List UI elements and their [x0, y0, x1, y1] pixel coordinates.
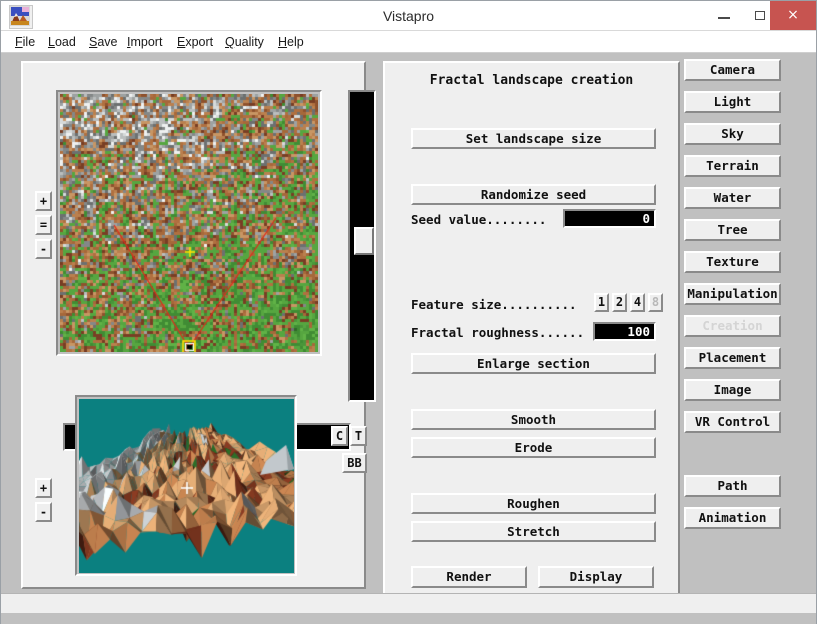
- nav-terrain-button[interactable]: Terrain: [684, 155, 781, 177]
- feature-size-1-button[interactable]: 1: [594, 293, 609, 312]
- terrain-map-frame: [56, 90, 322, 356]
- preview-zoom-in-button[interactable]: +: [35, 478, 52, 498]
- stretch-button[interactable]: Stretch: [411, 521, 656, 542]
- display-button[interactable]: Display: [538, 566, 654, 588]
- creation-panel: Fractal landscape creation Set landscape…: [383, 61, 680, 610]
- fractal-roughness-field[interactable]: 100: [593, 322, 656, 341]
- bb-mode-button[interactable]: BB: [342, 453, 367, 473]
- nav-path-button[interactable]: Path: [684, 475, 781, 497]
- smooth-button[interactable]: Smooth: [411, 409, 656, 430]
- nav-texture-button[interactable]: Texture: [684, 251, 781, 273]
- map-zoom-reset-button[interactable]: =: [35, 215, 52, 235]
- nav-light-button[interactable]: Light: [684, 91, 781, 113]
- status-bar: [1, 593, 816, 613]
- landscape-icon: [9, 5, 33, 29]
- close-icon[interactable]: ×: [770, 1, 816, 30]
- nav-image-button[interactable]: Image: [684, 379, 781, 401]
- menu-quality[interactable]: Quality: [225, 33, 264, 51]
- menu-export[interactable]: Export: [177, 33, 213, 51]
- map-zoom-out-button[interactable]: -: [35, 239, 52, 259]
- set-landscape-size-button[interactable]: Set landscape size: [411, 128, 656, 149]
- left-viewport-panel: + = - C T BB + -: [21, 61, 376, 589]
- 3d-preview[interactable]: [79, 399, 294, 573]
- nav-manipulation-button[interactable]: Manipulation: [684, 283, 781, 305]
- roughen-button[interactable]: Roughen: [411, 493, 656, 514]
- map-zoom-in-button[interactable]: +: [35, 191, 52, 211]
- feature-size-8-button[interactable]: 8: [648, 293, 663, 312]
- nav-tree-button[interactable]: Tree: [684, 219, 781, 241]
- map-vertical-slider[interactable]: [348, 90, 376, 402]
- nav-creation-button[interactable]: Creation: [684, 315, 781, 337]
- menu-bar: File Load Save Import Export Quality Hel…: [1, 31, 816, 53]
- page-title: Fractal landscape creation: [429, 73, 634, 88]
- erode-button[interactable]: Erode: [411, 437, 656, 458]
- menu-import[interactable]: Import: [127, 33, 162, 51]
- camera-mode-button[interactable]: C: [331, 426, 348, 446]
- minimize-icon[interactable]: [705, 1, 742, 30]
- menu-help[interactable]: Help: [278, 33, 304, 51]
- feature-size-2-button[interactable]: 2: [612, 293, 627, 312]
- status-bar-lower: [1, 613, 816, 623]
- target-mode-button[interactable]: T: [350, 426, 367, 446]
- nav-placement-button[interactable]: Placement: [684, 347, 781, 369]
- preview-frame: [75, 395, 297, 576]
- title-bar: Vistapro ×: [1, 1, 816, 31]
- nav-sky-button[interactable]: Sky: [684, 123, 781, 145]
- seed-value-label: Seed value........: [411, 212, 547, 227]
- nav-animation-button[interactable]: Animation: [684, 507, 781, 529]
- nav-vr-control-button[interactable]: VR Control: [684, 411, 781, 433]
- feature-size-label: Feature size..........: [411, 297, 577, 312]
- map-vertical-slider-thumb[interactable]: [354, 227, 374, 255]
- menu-save[interactable]: Save: [89, 33, 118, 51]
- preview-zoom-out-button[interactable]: -: [35, 502, 52, 522]
- vistapro-window: Vistapro × File Load Save Import Export …: [0, 0, 817, 624]
- terrain-map[interactable]: [60, 94, 318, 352]
- randomize-seed-button[interactable]: Randomize seed: [411, 184, 656, 205]
- fractal-roughness-label: Fractal roughness......: [411, 325, 585, 340]
- menu-load[interactable]: Load: [48, 33, 76, 51]
- feature-size-4-button[interactable]: 4: [630, 293, 645, 312]
- main-workspace: + = - C T BB + - Fractal landscape creat…: [1, 53, 816, 624]
- seed-value-field[interactable]: 0: [563, 209, 656, 228]
- window-title: Vistapro: [382, 8, 435, 24]
- menu-file[interactable]: File: [15, 33, 35, 51]
- enlarge-section-button[interactable]: Enlarge section: [411, 353, 656, 374]
- close-glyph: ×: [787, 7, 799, 23]
- render-button[interactable]: Render: [411, 566, 527, 588]
- nav-water-button[interactable]: Water: [684, 187, 781, 209]
- nav-camera-button[interactable]: Camera: [684, 59, 781, 81]
